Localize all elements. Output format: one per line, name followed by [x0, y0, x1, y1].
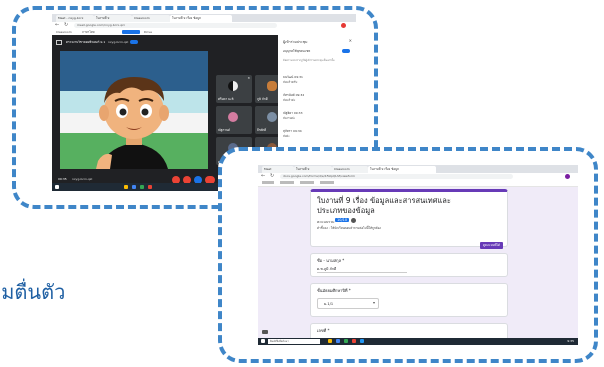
start-icon[interactable] — [55, 185, 59, 189]
participant-tile[interactable]: ✕ ศรีมดา มะลิ — [216, 75, 252, 103]
tab-strip: Meet - nxyg-bcrx ใบงานที่ 9 Classroom ใบ… — [52, 14, 356, 22]
avatar — [267, 112, 277, 122]
url-field[interactable]: meet.google.com/nxyg-bcrx-qzi — [74, 23, 277, 28]
profile-icon[interactable] — [565, 174, 570, 179]
cartoon-boy-avatar — [96, 77, 169, 169]
view-score-button[interactable]: ดูคะแนนที่ได้ — [479, 242, 503, 249]
back-icon[interactable]: ← — [261, 173, 265, 179]
question-label: ชื่อ - นามสกุล * — [317, 258, 345, 263]
bookmark-highlight[interactable] — [122, 30, 140, 34]
points-badge: 10/10 — [335, 218, 350, 222]
tab-form[interactable]: ใบงานที่ 9 เรื่อง ข้อมูล — [170, 15, 232, 22]
question-label: ชั้นมัธยมศึกษาปีที่ * — [317, 288, 351, 293]
avatar — [267, 81, 277, 91]
tab-classroom[interactable]: Classroom — [132, 15, 170, 22]
bookmark-item[interactable]: Drive — [144, 30, 152, 34]
tab-strip: Meet ใบงานที่ 9 Classroom ใบงานที่ 9 เรื… — [258, 165, 578, 173]
participant-name: ภูมิ ภักดี — [257, 97, 268, 101]
message-text: ส่งค่ะ — [283, 134, 290, 138]
message-text: ส่งแล้วครับ — [283, 80, 298, 84]
meeting-title: ตรวจงานวิชาคอมพิวเตอร์ ม.1 — [66, 40, 106, 44]
avatar — [228, 81, 238, 91]
participant-name: ศรีมดา มะลิ — [218, 97, 234, 101]
tab-meet[interactable]: Meet — [262, 166, 294, 173]
chevron-down-icon: ▾ — [372, 300, 375, 305]
message-text: ส่งแล้วค่ะ — [283, 98, 296, 102]
participant-name: ธีรศักดิ์ — [257, 128, 267, 132]
form-side-icon[interactable] — [262, 330, 268, 334]
taskbar-app-icon[interactable] — [132, 185, 136, 189]
taskbar-app-icon[interactable] — [360, 339, 364, 343]
question-card: ชื่อ - นามสกุล * ด.ช.ภูมิ ภักดี — [310, 253, 508, 277]
profile-icon[interactable] — [341, 23, 346, 28]
reload-icon[interactable]: ↻ — [64, 22, 68, 28]
chat-toggle-label: อนุญาตให้ทุกคนแชท — [283, 49, 311, 53]
slide-subtitle: ามตื่นตัว — [0, 280, 66, 304]
answer-underline — [317, 272, 407, 273]
presenter-video — [60, 51, 208, 169]
meeting-info: nxyg-bcrx-qzi — [108, 40, 129, 44]
bookmark-item[interactable] — [300, 181, 314, 184]
tab-worksheet[interactable]: ใบงานที่ 9 — [94, 15, 132, 22]
help-icon[interactable] — [351, 218, 356, 223]
taskbar-app-icon[interactable] — [124, 185, 128, 189]
message-text: ส่งงานค่ะ — [283, 116, 296, 120]
form-description: คำชี้แจง : ให้นักเรียนตอบคำถามต่อไปนี้ให… — [317, 226, 381, 230]
grid-icon[interactable] — [56, 40, 62, 45]
bookmark-item[interactable] — [320, 181, 334, 184]
form-header-card: ใบงานที่ 9 เรื่อง ข้อมูลและสารสนเทศและปร… — [310, 189, 508, 249]
question-label: เลขที่ * — [317, 328, 330, 333]
participant-name: ณัฐกานต์ — [218, 128, 230, 132]
start-icon[interactable] — [261, 339, 265, 343]
taskbar-app-icon[interactable] — [328, 339, 332, 343]
participant-tile[interactable]: ณัฐกานต์ — [216, 106, 252, 134]
tab-classroom[interactable]: Classroom — [332, 166, 368, 173]
taskbar-app-icon[interactable] — [148, 185, 152, 189]
bookmark-item[interactable] — [262, 181, 274, 184]
dropdown-value: ม.1/1 — [324, 302, 334, 306]
avatar — [228, 112, 238, 122]
grade-dropdown[interactable]: ม.1/1 ▾ — [317, 298, 379, 309]
windows-taskbar: พิมพ์ที่นี่เพื่อค้นหา 9:35 — [258, 338, 578, 345]
tab-worksheet[interactable]: ใบงานที่ 9 — [294, 166, 332, 173]
captions-toggle[interactable] — [130, 40, 138, 44]
taskbar-app-icon[interactable] — [344, 339, 348, 343]
url-field[interactable]: docs.google.com/forms/d/e/1FAIpQLSf/view… — [280, 174, 513, 179]
meeting-code-footer: nxyg-bcrx-qzi — [72, 177, 93, 181]
bookmark-item[interactable] — [280, 181, 294, 184]
form-browser-window: Meet ใบงานที่ 9 Classroom ใบงานที่ 9 เรื… — [258, 165, 578, 345]
side-panel-title: ผู้เข้าร่วมประชุม — [283, 40, 308, 44]
mic-off-icon: ✕ — [247, 76, 250, 80]
close-icon[interactable]: ✕ — [349, 38, 352, 43]
points-label: คะแนนรวม — [317, 220, 335, 224]
meeting-time: 09:35 — [58, 177, 67, 181]
taskbar-app-icon[interactable] — [140, 185, 144, 189]
form-title: ใบงานที่ 9 เรื่อง ข้อมูลและสารสนเทศและปร… — [317, 196, 451, 215]
chat-notice: ข้อความจะปรากฏให้ผู้เข้าร่วมประชุมเห็นเท… — [283, 59, 335, 62]
tab-form[interactable]: ใบงานที่ 9 เรื่อง ข้อมูล — [368, 166, 436, 173]
bookmarks-bar — [258, 180, 578, 187]
question-card: ชั้นมัธยมศึกษาปีที่ * ม.1/1 ▾ — [310, 283, 508, 317]
taskbar-app-icon[interactable] — [352, 339, 356, 343]
taskbar-search[interactable]: พิมพ์ที่นี่เพื่อค้นหา — [268, 339, 320, 344]
taskbar-clock: 9:35 — [567, 339, 574, 343]
taskbar-app-icon[interactable] — [336, 339, 340, 343]
reload-icon[interactable]: ↻ — [270, 173, 274, 179]
bookmark-item[interactable]: Classroom — [56, 30, 72, 34]
chat-toggle[interactable] — [342, 49, 350, 53]
tab-meet[interactable]: Meet - nxyg-bcrx — [56, 15, 94, 22]
back-icon[interactable]: ← — [55, 22, 59, 28]
